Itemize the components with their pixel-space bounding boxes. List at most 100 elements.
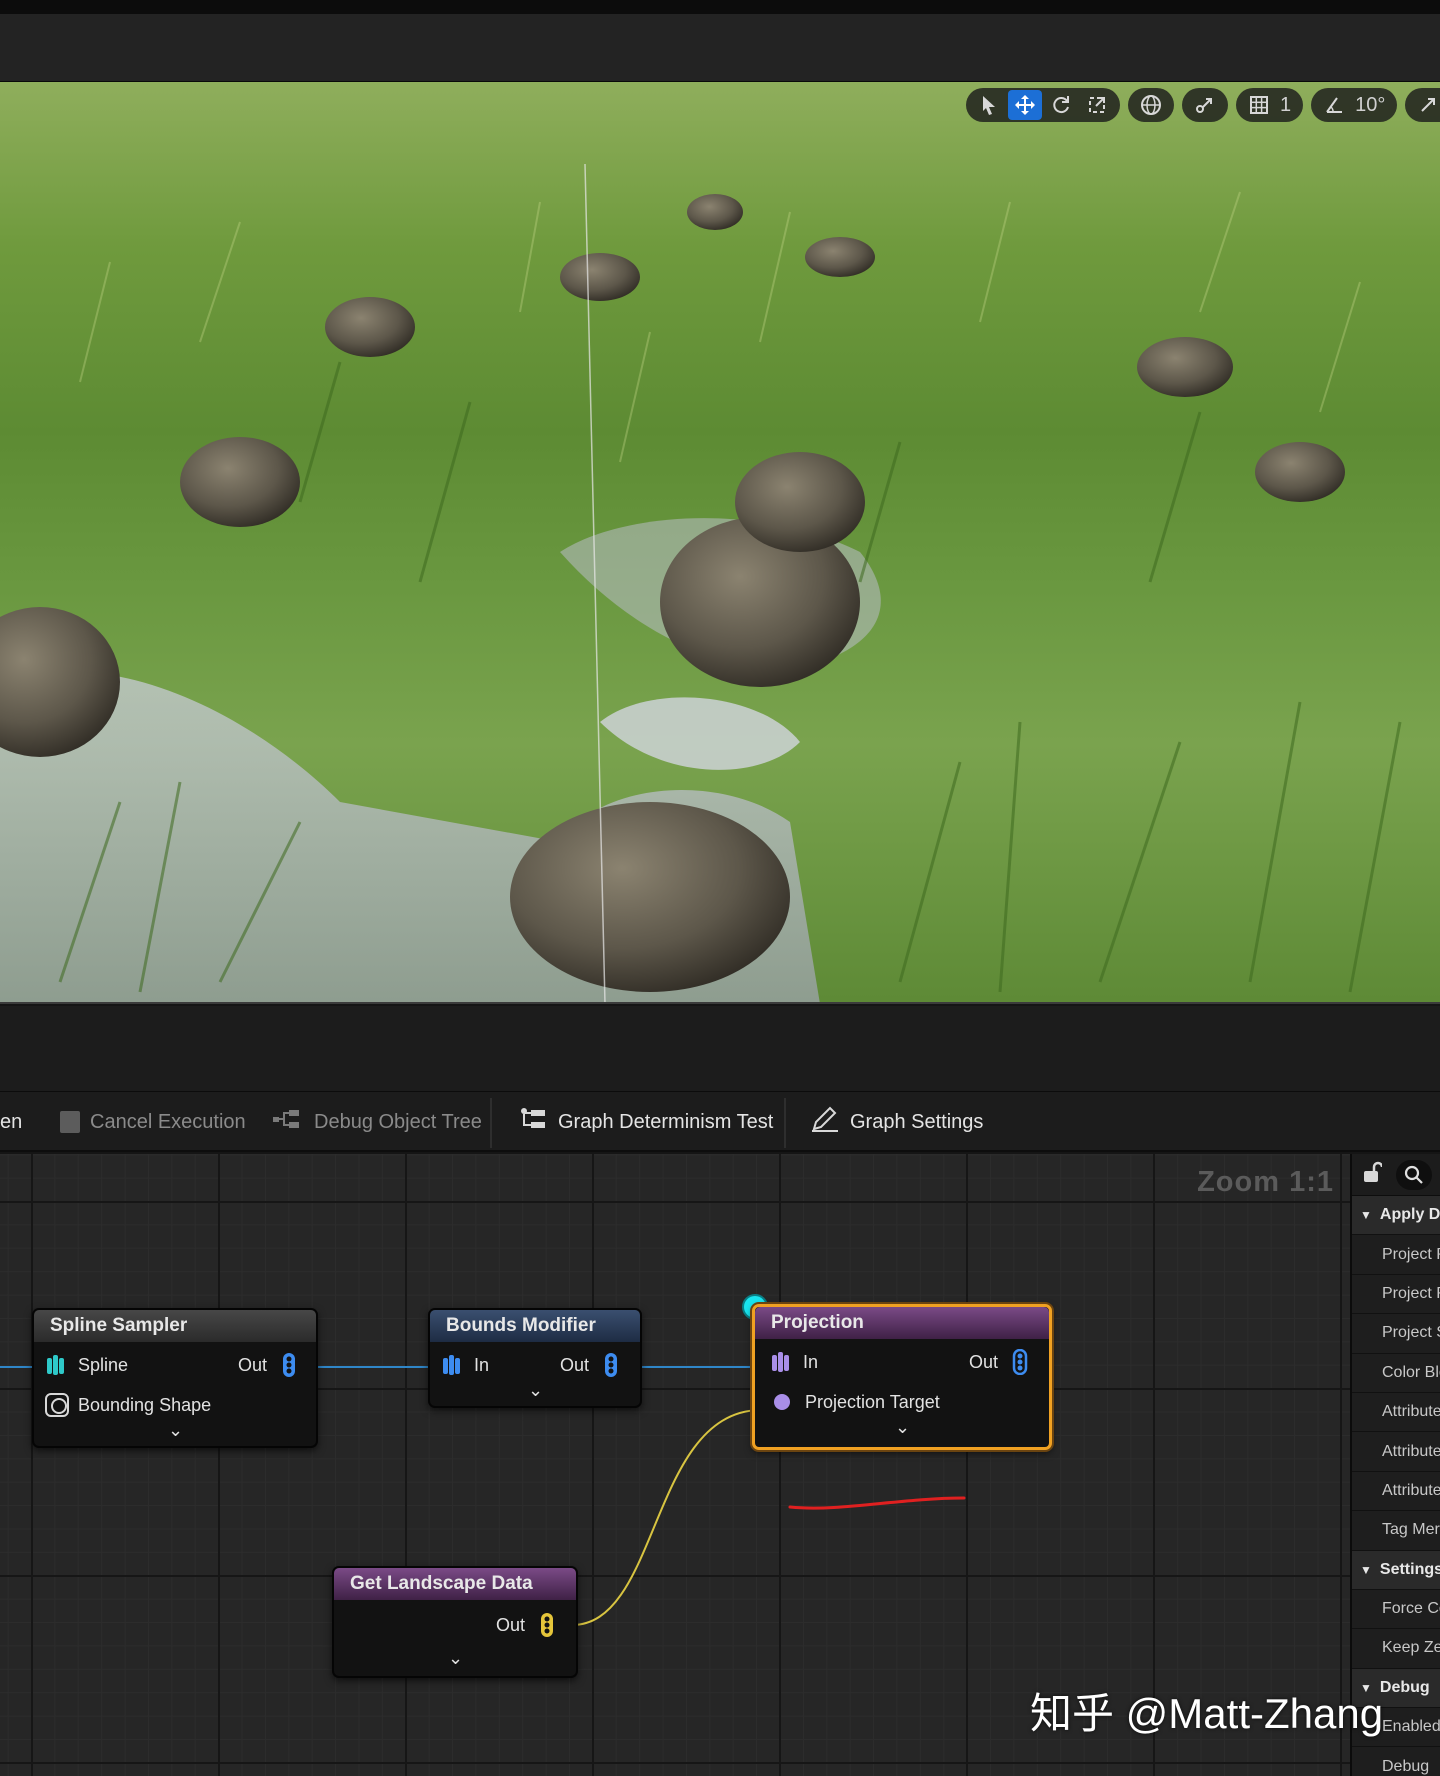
- node-get-landscape-data[interactable]: Get Landscape Data Out ⌄: [332, 1566, 578, 1678]
- scale-snap-icon[interactable]: [1411, 90, 1440, 120]
- details-property[interactable]: Color Ble: [1352, 1353, 1440, 1393]
- lock-icon[interactable]: [1362, 1161, 1384, 1188]
- node-spline-sampler[interactable]: Spline Sampler Spline Out Bounding Shape: [32, 1308, 318, 1448]
- graph-settings-label: Graph Settings: [850, 1110, 984, 1133]
- projection-in-pin-icon: [769, 1349, 791, 1375]
- details-property[interactable]: Project R: [1352, 1274, 1440, 1315]
- pin-in[interactable]: In: [769, 1347, 818, 1377]
- viewport-header-band: [0, 14, 1440, 82]
- details-header: [1352, 1154, 1440, 1196]
- pin-label: In: [803, 1351, 819, 1372]
- details-row-label: Debug: [1379, 1678, 1430, 1696]
- details-property[interactable]: Keep Zer: [1352, 1629, 1440, 1669]
- toolbar-partial-label: en: [0, 1110, 23, 1133]
- cancel-execution-label: Cancel Execution: [90, 1110, 246, 1133]
- details-property[interactable]: Project S: [1352, 1314, 1440, 1354]
- grid-snap-group: 1: [1236, 88, 1304, 122]
- wire-landscape-to-projection-target: [571, 1409, 761, 1626]
- details-row-label: Project P: [1382, 1245, 1440, 1263]
- pin-in[interactable]: In: [440, 1350, 489, 1380]
- node-title: Get Landscape Data: [334, 1568, 576, 1600]
- viewport-toolbar: 1 10° 0.: [966, 88, 1440, 122]
- angle-snap-icon[interactable]: [1317, 90, 1351, 120]
- debug-object-tree-button[interactable]: Debug Object Tree: [272, 1092, 482, 1152]
- scale-mode-icon[interactable]: [1080, 90, 1114, 120]
- grid-snap-value[interactable]: 1: [1278, 94, 1297, 117]
- details-property[interactable]: Force Co: [1352, 1589, 1440, 1630]
- pin-out[interactable]: Out: [560, 1350, 623, 1380]
- cancel-execution-button[interactable]: Cancel Execution: [60, 1092, 246, 1152]
- node-title: Projection: [755, 1307, 1049, 1339]
- details-category[interactable]: ▼ Apply Da: [1352, 1196, 1440, 1236]
- graph-settings-button[interactable]: Graph Settings: [810, 1092, 983, 1152]
- determinism-test-icon: [518, 1106, 548, 1138]
- pin-bounding-shape[interactable]: Bounding Shape: [44, 1390, 211, 1420]
- object-tree-icon: [272, 1108, 304, 1136]
- pin-projection-target[interactable]: Projection Target: [773, 1387, 940, 1417]
- spline-pin-icon: [44, 1352, 66, 1378]
- pin-out[interactable]: Out: [496, 1610, 559, 1640]
- pin-out[interactable]: Out: [969, 1347, 1032, 1377]
- editor-window: 1 10° 0. en Cancel Execution: [0, 0, 1440, 1776]
- details-category[interactable]: ▼ Settings: [1352, 1550, 1440, 1590]
- spatial-data-pin-icon: [601, 1352, 623, 1378]
- graph-determinism-test-label: Graph Determinism Test: [558, 1110, 774, 1133]
- graph-determinism-test-button[interactable]: Graph Determinism Test: [518, 1092, 773, 1152]
- stop-icon: [60, 1111, 80, 1133]
- pin-label: Out: [560, 1354, 590, 1375]
- details-property[interactable]: Debug: [1352, 1747, 1440, 1776]
- expand-chevron-icon[interactable]: ⌄: [528, 1380, 543, 1401]
- expand-chevron-icon[interactable]: ⌄: [895, 1417, 910, 1438]
- details-property[interactable]: Attribute: [1352, 1432, 1440, 1472]
- details-row-label: Debug: [1382, 1757, 1430, 1775]
- rotate-mode-icon[interactable]: [1044, 90, 1078, 120]
- landscape-data-pin-icon: [537, 1612, 559, 1638]
- toolbar-separator: [784, 1098, 786, 1148]
- details-row-label: Project R: [1382, 1284, 1440, 1302]
- details-row-label: Tag Mer: [1382, 1521, 1440, 1539]
- details-row-label: Apply Da: [1379, 1206, 1440, 1224]
- world-space-icon[interactable]: [1134, 90, 1168, 120]
- details-row-label: Force Co: [1382, 1600, 1440, 1618]
- toolbar-item-partial[interactable]: en: [0, 1092, 22, 1152]
- node-projection[interactable]: Projection In Out Projection Target ⌄: [752, 1304, 1052, 1450]
- transform-tools-group: [966, 88, 1120, 122]
- red-underline-annotation: [788, 1496, 966, 1510]
- search-icon[interactable]: [1396, 1159, 1432, 1190]
- node-title: Bounds Modifier: [430, 1310, 640, 1342]
- rotation-snap-value[interactable]: 10°: [1353, 94, 1391, 117]
- details-row-label: Attribute: [1382, 1481, 1440, 1499]
- pin-label: Out: [496, 1614, 526, 1635]
- details-row-label: Attribute: [1382, 1442, 1440, 1460]
- spatial-in-pin-icon: [440, 1352, 462, 1378]
- translate-mode-icon[interactable]: [1008, 90, 1042, 120]
- debug-object-tree-label: Debug Object Tree: [314, 1110, 482, 1133]
- details-property[interactable]: Attribute: [1352, 1471, 1440, 1512]
- panel-divider-band: [0, 1006, 1440, 1092]
- expand-chevron-icon[interactable]: ⌄: [448, 1648, 463, 1669]
- collapse-arrow-icon[interactable]: ▼: [1360, 1208, 1372, 1222]
- grid-snap-icon[interactable]: [1242, 90, 1276, 120]
- details-property[interactable]: Tag Mer: [1352, 1511, 1440, 1551]
- node-title: Spline Sampler: [34, 1310, 316, 1342]
- pin-spline[interactable]: Spline: [44, 1350, 128, 1380]
- details-row-label: Color Ble: [1382, 1363, 1440, 1381]
- details-row-label: Keep Zer: [1382, 1639, 1440, 1657]
- collapse-arrow-icon[interactable]: ▼: [1360, 1563, 1372, 1577]
- pin-label: Out: [969, 1351, 999, 1372]
- details-row-label: Enabled: [1382, 1718, 1440, 1736]
- details-property[interactable]: Project P: [1352, 1235, 1440, 1275]
- select-mode-icon[interactable]: [972, 90, 1006, 120]
- graph-toolbar: en Cancel Execution Debug Object Tree Gr…: [0, 1092, 1440, 1152]
- expand-chevron-icon[interactable]: ⌄: [168, 1420, 183, 1441]
- surface-snap-icon[interactable]: [1188, 90, 1222, 120]
- pin-out[interactable]: Out: [238, 1350, 301, 1380]
- coordinate-space-group: [1128, 88, 1174, 122]
- viewport-scene-render: [0, 163, 1402, 1002]
- details-row-label: Attribute: [1382, 1403, 1440, 1421]
- surface-snap-group: [1182, 88, 1228, 122]
- details-property[interactable]: Attribute: [1352, 1392, 1440, 1433]
- toolbar-separator: [490, 1098, 492, 1148]
- level-viewport[interactable]: 1 10° 0.: [0, 82, 1440, 1004]
- node-bounds-modifier[interactable]: Bounds Modifier In Out ⌄: [428, 1308, 642, 1408]
